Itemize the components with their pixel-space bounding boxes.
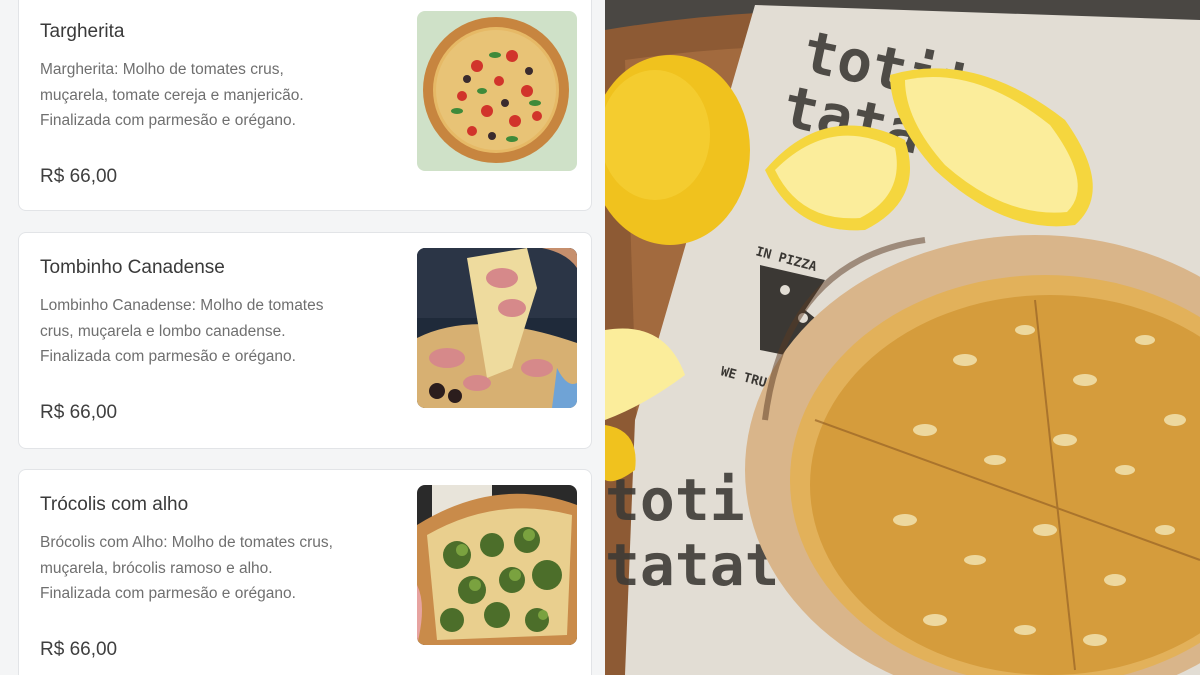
menu-item-name: Trócolis com alho <box>40 494 189 515</box>
menu-item-description: Brócolis com Alho: Molho de tomates crus… <box>40 530 385 607</box>
pizza-photo: totit tatat totit tatat IN PIZZA WE TRU <box>605 0 1200 675</box>
menu-item-card[interactable]: Tombinho Canadense Lombinho Canadense: M… <box>18 232 592 449</box>
menu-item-card[interactable]: Targherita Margherita: Molho de tomates … <box>18 0 592 211</box>
menu-list: Targherita Margherita: Molho de tomates … <box>0 0 605 675</box>
description-line: muçarela, brócolis ramoso e alho. <box>40 559 273 577</box>
menu-item-name: Tombinho Canadense <box>40 257 225 278</box>
description-line: Finalizada com parmesão e orégano. <box>40 348 296 365</box>
menu-item-name: Targherita <box>40 21 125 42</box>
description-line: crus, muçarela e lombo canadense. <box>40 322 286 340</box>
menu-item-image[interactable] <box>417 485 577 645</box>
description-line: Brócolis com Alho: Molho de tomates crus… <box>40 534 333 551</box>
paper-pattern-text: tatat <box>605 531 780 599</box>
menu-item-description: Margherita: Molho de tomates crus, muçar… <box>40 57 385 134</box>
description-line: Lombinho Canadense: Molho de tomates <box>40 297 324 314</box>
menu-item-image[interactable] <box>417 248 577 408</box>
description-line: Finalizada com parmesão e orégano. <box>40 585 296 602</box>
menu-item-description: Lombinho Canadense: Molho de tomates cru… <box>40 293 385 370</box>
menu-item-card[interactable]: Trócolis com alho Brócolis com Alho: Mol… <box>18 469 592 675</box>
description-line: Finalizada com parmesão e orégano. <box>40 112 296 129</box>
menu-item-image[interactable] <box>417 11 577 171</box>
description-line: muçarela, tomate cereja e manjericão. <box>40 86 304 104</box>
menu-item-price: R$ 66,00 <box>40 639 118 660</box>
menu-item-price: R$ 66,00 <box>40 166 118 187</box>
menu-item-price: R$ 66,00 <box>40 402 118 423</box>
description-line: Margherita: Molho de tomates crus, <box>40 61 284 78</box>
